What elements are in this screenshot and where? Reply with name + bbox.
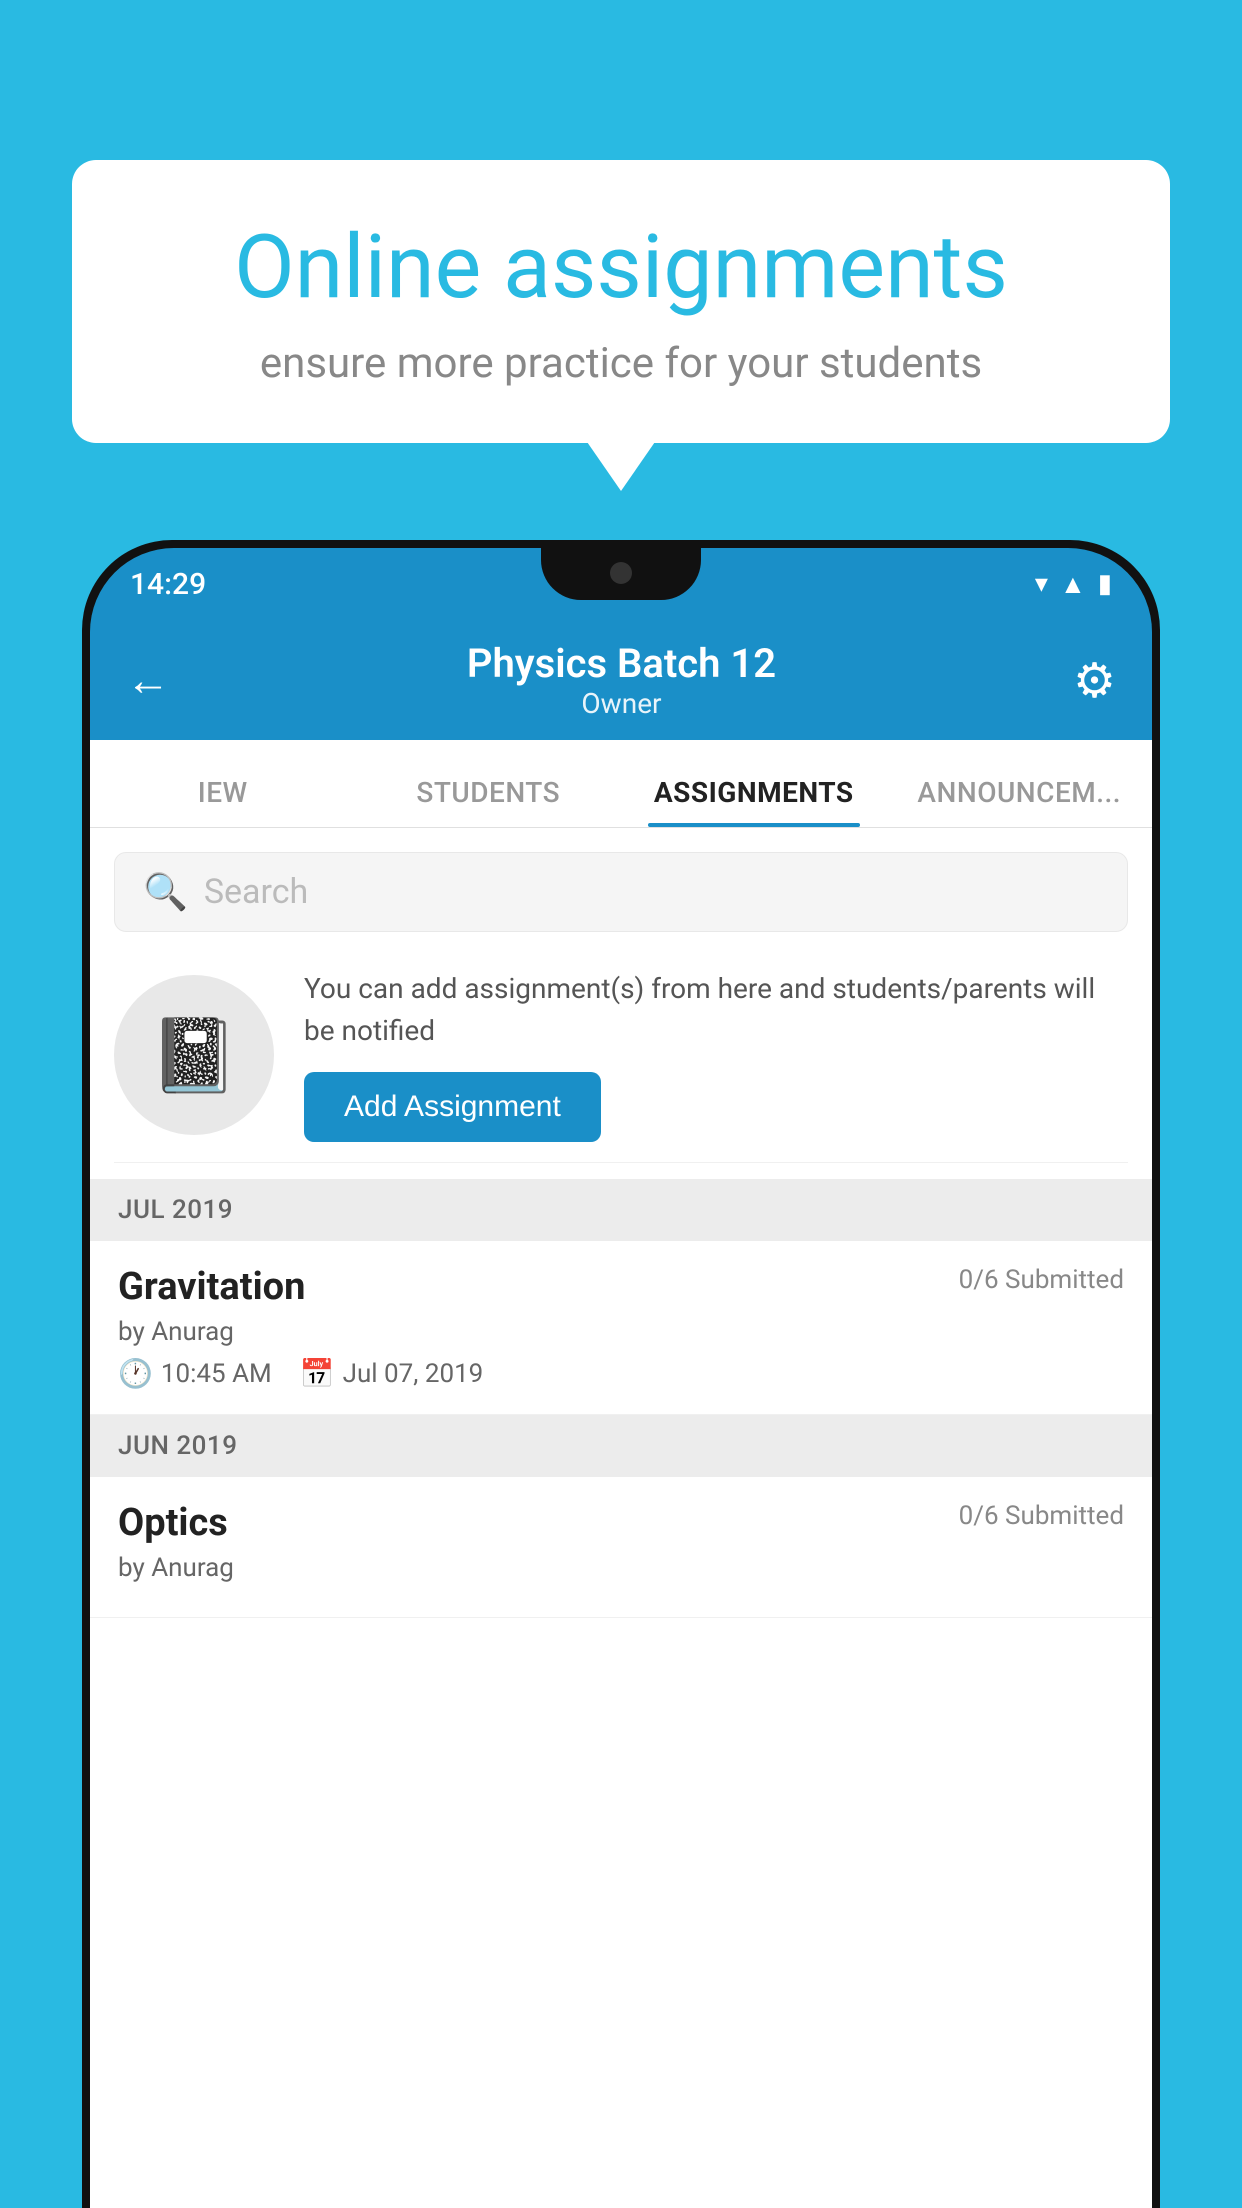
assignment-name-optics: Optics (118, 1501, 228, 1545)
wifi-icon: ▾ (1035, 569, 1048, 599)
tab-announcements[interactable]: ANNOUNCEM... (887, 776, 1153, 827)
assignment-by: by Anurag (118, 1317, 1124, 1347)
assignment-top-row: Gravitation 0/6 Submitted (118, 1265, 1124, 1309)
screen-content: 🔍 Search 📓 You can add assignment(s) fro… (90, 828, 1152, 2208)
tabs-bar: IEW STUDENTS ASSIGNMENTS ANNOUNCEM... (90, 740, 1152, 828)
search-placeholder: Search (204, 872, 308, 912)
tab-iew[interactable]: IEW (90, 776, 356, 827)
search-bar[interactable]: 🔍 Search (114, 852, 1128, 932)
tab-assignments[interactable]: ASSIGNMENTS (621, 776, 887, 827)
tab-students[interactable]: STUDENTS (356, 776, 622, 827)
bubble-subtitle: ensure more practice for your students (142, 339, 1100, 388)
speech-bubble: Online assignments ensure more practice … (72, 160, 1170, 443)
assignment-submitted-optics: 0/6 Submitted (959, 1501, 1124, 1531)
status-time: 14:29 (130, 567, 206, 602)
back-button[interactable]: ← (126, 654, 170, 706)
clock-icon: 🕐 (118, 1357, 153, 1390)
time-meta: 🕐 10:45 AM (118, 1357, 272, 1390)
notch (541, 548, 701, 600)
add-assignment-promo: 📓 You can add assignment(s) from here an… (114, 948, 1128, 1163)
assignment-time: 10:45 AM (161, 1359, 272, 1389)
batch-title: Physics Batch 12 (467, 640, 776, 687)
assignment-name: Gravitation (118, 1265, 305, 1309)
header-title-group: Physics Batch 12 Owner (467, 640, 776, 720)
add-assignment-button[interactable]: Add Assignment (304, 1072, 601, 1142)
camera (610, 562, 632, 584)
section-header-jul: JUL 2019 (90, 1179, 1152, 1241)
notebook-icon: 📓 (149, 1013, 239, 1098)
search-icon: 🔍 (143, 871, 188, 913)
status-icons: ▾ ▲ ▮ (1035, 569, 1112, 600)
signal-icon: ▲ (1060, 569, 1086, 600)
bubble-title: Online assignments (142, 220, 1100, 317)
assignment-by-optics: by Anurag (118, 1553, 1124, 1583)
phone-inner: 14:29 ▾ ▲ ▮ ← Physics Batch 12 Owner ⚙ I… (90, 548, 1152, 2208)
speech-bubble-container: Online assignments ensure more practice … (72, 160, 1170, 443)
assignment-top-row-optics: Optics 0/6 Submitted (118, 1501, 1124, 1545)
calendar-icon: 📅 (300, 1357, 335, 1390)
assignment-item-optics[interactable]: Optics 0/6 Submitted by Anurag (90, 1477, 1152, 1618)
assignment-date: Jul 07, 2019 (343, 1359, 484, 1389)
phone-frame: 14:29 ▾ ▲ ▮ ← Physics Batch 12 Owner ⚙ I… (82, 540, 1160, 2208)
promo-icon-circle: 📓 (114, 975, 274, 1135)
assignment-meta: 🕐 10:45 AM 📅 Jul 07, 2019 (118, 1357, 1124, 1390)
date-meta: 📅 Jul 07, 2019 (300, 1357, 484, 1390)
assignment-submitted: 0/6 Submitted (959, 1265, 1124, 1295)
section-header-jun: JUN 2019 (90, 1415, 1152, 1477)
assignment-item-gravitation[interactable]: Gravitation 0/6 Submitted by Anurag 🕐 10… (90, 1241, 1152, 1415)
battery-icon: ▮ (1098, 569, 1112, 599)
promo-text-group: You can add assignment(s) from here and … (304, 968, 1128, 1142)
owner-label: Owner (467, 687, 776, 720)
promo-description: You can add assignment(s) from here and … (304, 968, 1128, 1052)
app-header: ← Physics Batch 12 Owner ⚙ (90, 620, 1152, 740)
settings-icon[interactable]: ⚙ (1073, 652, 1116, 709)
